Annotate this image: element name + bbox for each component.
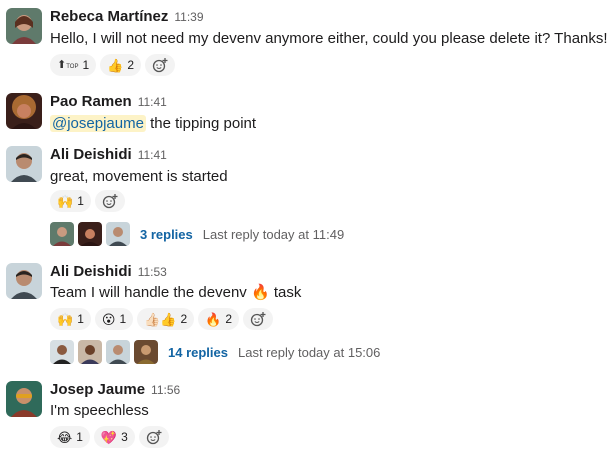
reaction-bar: 🙌 1 — [50, 190, 125, 212]
fire-icon: 🔥 — [205, 311, 222, 327]
message-header: Rebeca Martínez 11:39 — [50, 8, 204, 26]
thread-participant-avatar — [50, 340, 74, 364]
avatar[interactable] — [6, 263, 42, 299]
message-text: Team I will handle the devenv 🔥 task — [50, 283, 301, 301]
message-header: Josep Jaume 11:56 — [50, 381, 180, 399]
thread-last-reply: Last reply today at 11:49 — [202, 226, 345, 242]
author-name[interactable]: Ali Deishidi — [50, 146, 132, 163]
add-reaction-icon — [146, 430, 162, 445]
thread-participant-avatar — [134, 340, 158, 364]
thread-replies-link[interactable]: 3 replies — [140, 227, 193, 242]
message-text: @josepjaume the tipping point — [50, 115, 256, 132]
add-reaction-button[interactable] — [243, 308, 274, 330]
message-body: the tipping point — [150, 115, 257, 132]
raised-hands-icon: 🙌 — [57, 311, 74, 327]
message-text: great, movement is started — [50, 168, 228, 185]
reaction[interactable]: 🙌 1 — [50, 308, 91, 330]
author-name[interactable]: Pao Ramen — [50, 93, 132, 110]
reaction-count: 1 — [77, 194, 84, 208]
reaction-bar: ⬆TOP 1 👍 2 — [50, 54, 176, 76]
thread-participant-avatar — [78, 340, 102, 364]
thumbs-up-icon: 👍 — [107, 57, 124, 73]
add-reaction-button[interactable] — [145, 54, 176, 76]
joy-icon: 😂 — [57, 429, 73, 445]
timestamp[interactable]: 11:41 — [138, 148, 167, 162]
reaction[interactable]: 👍🏻👍 2 — [137, 308, 195, 330]
add-reaction-icon — [250, 312, 266, 327]
author-name[interactable]: Ali Deishidi — [50, 263, 132, 280]
timestamp[interactable]: 11:39 — [174, 10, 203, 24]
author-name[interactable]: Rebeca Martínez — [50, 8, 168, 25]
timestamp[interactable]: 11:53 — [138, 265, 167, 279]
reaction-bar: 🙌 1 😮 1 👍🏻👍 2 🔥 2 — [50, 308, 274, 330]
thread-participant-avatar — [106, 222, 130, 246]
timestamp[interactable]: 11:41 — [138, 95, 167, 109]
avatar[interactable] — [6, 381, 42, 417]
message-text: I'm speechless — [50, 402, 149, 419]
thread-replies-link[interactable]: 14 replies — [168, 345, 228, 360]
thread-summary[interactable]: 3 replies Last reply today at 11:49 — [50, 222, 344, 246]
thumbs-up-multi-icon: 👍🏻👍 — [144, 311, 177, 327]
message-text: Hello, I will not need my devenv anymore… — [50, 30, 608, 47]
raised-hands-icon: 🙌 — [57, 193, 74, 209]
thread-last-reply: Last reply today at 15:06 — [238, 344, 381, 360]
avatar[interactable] — [6, 146, 42, 182]
reaction[interactable]: 😂 1 — [50, 426, 90, 448]
reaction[interactable]: ⬆TOP 1 — [50, 54, 97, 76]
reaction[interactable]: 💖 3 — [93, 426, 135, 448]
add-reaction-icon — [152, 58, 168, 73]
user-mention[interactable]: @josepjaume — [50, 115, 146, 132]
reaction-count: 1 — [119, 312, 127, 326]
thread-participant-avatar — [106, 340, 130, 364]
top-arrow-icon: ⬆TOP — [57, 58, 79, 71]
message-header: Pao Ramen 11:41 — [50, 93, 167, 111]
reaction[interactable]: 🙌 1 — [50, 190, 91, 212]
fire-icon: 🔥 — [250, 284, 270, 301]
message-header: Ali Deishidi 11:53 — [50, 263, 167, 281]
hushed-face-icon: 😮 — [101, 311, 116, 327]
avatar[interactable] — [6, 93, 42, 129]
thread-participant-avatar — [50, 222, 74, 246]
add-reaction-icon — [102, 194, 118, 209]
reaction[interactable]: 😮 1 — [94, 308, 134, 330]
message-body: Team I will handle the devenv — [50, 284, 247, 301]
reaction-count: 1 — [82, 58, 90, 72]
reaction-count: 2 — [225, 312, 233, 326]
author-name[interactable]: Josep Jaume — [50, 381, 145, 398]
reaction-count: 2 — [127, 58, 135, 72]
message-body: task — [273, 284, 302, 301]
message-header: Ali Deishidi 11:41 — [50, 146, 167, 164]
reaction-count: 3 — [121, 430, 128, 444]
avatar[interactable] — [6, 8, 42, 44]
reaction-bar: 😂 1 💖 3 — [50, 426, 169, 448]
thread-participant-avatar — [78, 222, 102, 246]
reaction-count: 2 — [180, 312, 188, 326]
thread-summary[interactable]: 14 replies Last reply today at 15:06 — [50, 340, 380, 364]
sparkling-heart-icon: 💖 — [100, 429, 118, 445]
reaction[interactable]: 👍 2 — [100, 54, 142, 76]
reaction-count: 1 — [76, 430, 83, 444]
reaction-count: 1 — [77, 312, 84, 326]
reaction[interactable]: 🔥 2 — [198, 308, 240, 330]
add-reaction-button[interactable] — [138, 426, 169, 448]
timestamp[interactable]: 11:56 — [151, 383, 180, 397]
add-reaction-button[interactable] — [94, 190, 125, 212]
